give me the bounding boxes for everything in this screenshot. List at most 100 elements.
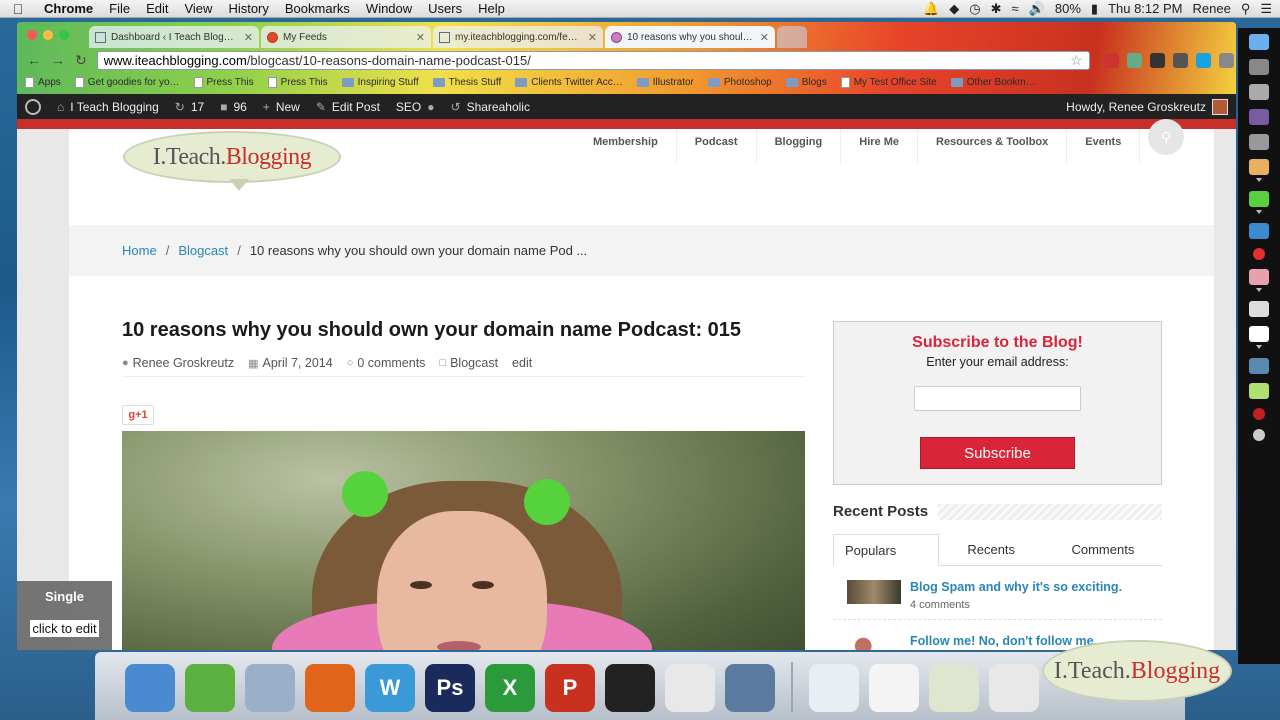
powerpoint-icon[interactable]: P: [545, 664, 595, 712]
close-window-button[interactable]: [27, 30, 37, 40]
arrow-tool-icon[interactable]: [1249, 301, 1269, 317]
chrome-window-icon[interactable]: [989, 664, 1039, 712]
bookmark-apps[interactable]: Apps: [25, 77, 61, 88]
menu-users[interactable]: Users: [420, 1, 470, 16]
subscribe-button[interactable]: Subscribe: [920, 437, 1075, 469]
wordpress-logo-icon[interactable]: [25, 98, 41, 115]
bluetooth-icon[interactable]: ✱: [991, 1, 1002, 17]
menu-help[interactable]: Help: [470, 1, 513, 16]
breadcrumb-home[interactable]: Home: [122, 243, 157, 258]
docx-document-icon[interactable]: [809, 664, 859, 712]
chrome-icon[interactable]: [665, 664, 715, 712]
iphoto-icon[interactable]: [245, 664, 295, 712]
admin-site-name[interactable]: ⌂ I Teach Blogging: [57, 100, 159, 114]
whiteboard-tool-icon[interactable]: [1249, 326, 1269, 342]
close-tab-icon[interactable]: ✕: [416, 31, 425, 44]
camera-tool-icon[interactable]: [1249, 84, 1269, 100]
acrobat-icon[interactable]: [605, 664, 655, 712]
admin-new[interactable]: + New: [263, 100, 300, 114]
zoom-window-button[interactable]: [59, 30, 69, 40]
close-tab-icon[interactable]: ✕: [588, 31, 597, 44]
clock[interactable]: Thu 8:12 PM: [1108, 1, 1182, 16]
wifi-icon[interactable]: ≈: [1012, 1, 1019, 16]
forward-icon[interactable]: →: [51, 52, 65, 68]
search-icon[interactable]: ⚲: [1148, 119, 1185, 155]
click-to-edit-button[interactable]: click to edit: [30, 620, 99, 637]
pencil-tool-icon[interactable]: [1249, 159, 1269, 175]
admin-shareaholic[interactable]: ↺ Shareaholic: [451, 100, 530, 114]
close-tab-icon[interactable]: ✕: [760, 31, 769, 44]
email-field[interactable]: [914, 386, 1081, 411]
admin-edit-post[interactable]: ✎ Edit Post: [316, 100, 380, 114]
bookmark-goodies[interactable]: Get goodies for yo…: [74, 77, 180, 88]
menu-window[interactable]: Window: [358, 1, 420, 16]
menu-history[interactable]: History: [220, 1, 276, 16]
minimize-window-button[interactable]: [43, 30, 53, 40]
post-author[interactable]: ● Renee Groskreutz: [122, 356, 234, 370]
admin-seo[interactable]: SEO ●: [396, 100, 435, 114]
menu-bookmarks[interactable]: Bookmarks: [277, 1, 358, 16]
nav-resources-toolbox[interactable]: Resources & Toolbox: [918, 129, 1068, 164]
bookmark-star-icon[interactable]: ☆: [1070, 52, 1083, 69]
disqus-extension-icon[interactable]: [1195, 52, 1211, 68]
chevron-down-icon[interactable]: [1256, 288, 1262, 292]
menu-view[interactable]: View: [176, 1, 220, 16]
tab-comments[interactable]: Comments: [1044, 534, 1162, 565]
fill-tool-icon[interactable]: [1249, 269, 1269, 285]
menu-app-name[interactable]: Chrome: [36, 1, 101, 16]
reload-icon[interactable]: ↻: [75, 52, 87, 69]
tab-recents[interactable]: Recents: [939, 534, 1044, 565]
notification-center-icon[interactable]: ☰: [1260, 1, 1272, 17]
word-icon[interactable]: W: [365, 664, 415, 712]
bookmark-folder-blogs[interactable]: Blogs: [785, 77, 827, 88]
menu-edit[interactable]: Edit: [138, 1, 176, 16]
apple-menu-icon[interactable]: : [0, 1, 36, 17]
nav-hire-me[interactable]: Hire Me: [841, 129, 918, 164]
user-name[interactable]: Renee: [1193, 1, 1231, 16]
battery-icon[interactable]: ▮: [1091, 1, 1098, 17]
bookmark-other[interactable]: Other Bookm…: [950, 77, 1036, 88]
admin-my-account[interactable]: Howdy, Renee Groskreutz: [1066, 98, 1236, 115]
bookmark-folder-photoshop[interactable]: Photoshop: [707, 77, 772, 88]
spreadsheet-window-icon[interactable]: [929, 664, 979, 712]
address-bar[interactable]: www.iteachblogging.com/blogcast/10-reaso…: [96, 50, 1090, 70]
nav-events[interactable]: Events: [1067, 129, 1141, 164]
bookmark-folder-inspiring[interactable]: Inspiring Stuff: [341, 77, 419, 88]
new-tab-button[interactable]: [777, 26, 807, 48]
site-logo[interactable]: I.Teach. Blogging: [123, 131, 341, 191]
settings-icon[interactable]: [1253, 429, 1265, 441]
bookmark-folder-illustrator[interactable]: Illustrator: [636, 77, 694, 88]
close-tab-icon[interactable]: ✕: [244, 31, 253, 44]
time-machine-icon[interactable]: ◷: [969, 1, 980, 17]
notification-icon[interactable]: 🔔: [923, 1, 939, 17]
tab-podcast-post[interactable]: 10 reasons why you shoul… ✕: [605, 26, 775, 48]
nav-blogging[interactable]: Blogging: [757, 129, 842, 164]
document-tool-icon[interactable]: [1249, 59, 1269, 75]
chevron-down-icon[interactable]: [1256, 345, 1262, 349]
record-button-icon[interactable]: [1253, 408, 1265, 420]
wordpress-extension-icon[interactable]: [1103, 52, 1119, 68]
tab-my-feeds[interactable]: My Feeds ✕: [261, 26, 431, 48]
nav-membership[interactable]: Membership: [575, 129, 677, 164]
highlighter-tool-icon[interactable]: [1249, 191, 1269, 207]
google-plus-button[interactable]: g+1: [122, 405, 154, 425]
bookmark-test-office[interactable]: My Test Office Site: [840, 77, 937, 88]
text-tool-icon[interactable]: [1249, 223, 1269, 239]
admin-updates[interactable]: ↻ 17: [175, 100, 204, 114]
chevron-down-icon[interactable]: [1256, 178, 1262, 182]
breadcrumb-blogcast[interactable]: Blogcast: [178, 243, 228, 258]
extension-icon[interactable]: [1172, 52, 1188, 68]
eraser-tool-icon[interactable]: [1249, 134, 1269, 150]
photoshop-icon[interactable]: Ps: [425, 664, 475, 712]
tab-populars[interactable]: Populars: [833, 534, 939, 566]
cursor-tool-icon[interactable]: [1249, 34, 1269, 50]
bookmark-folder-clients[interactable]: Clients Twitter Acc…: [515, 77, 623, 88]
bookmark-press-this[interactable]: Press This: [193, 77, 254, 88]
menu-file[interactable]: File: [101, 1, 138, 16]
tab-dashboard[interactable]: Dashboard ‹ I Teach Blogg… ✕: [89, 26, 259, 48]
volume-icon[interactable]: 🔊: [1029, 1, 1045, 17]
color-picker-icon[interactable]: [1253, 248, 1265, 260]
line-tool-icon[interactable]: [1249, 358, 1269, 374]
screenflow-icon[interactable]: [725, 664, 775, 712]
post-comments[interactable]: ○ 0 comments: [347, 356, 426, 370]
